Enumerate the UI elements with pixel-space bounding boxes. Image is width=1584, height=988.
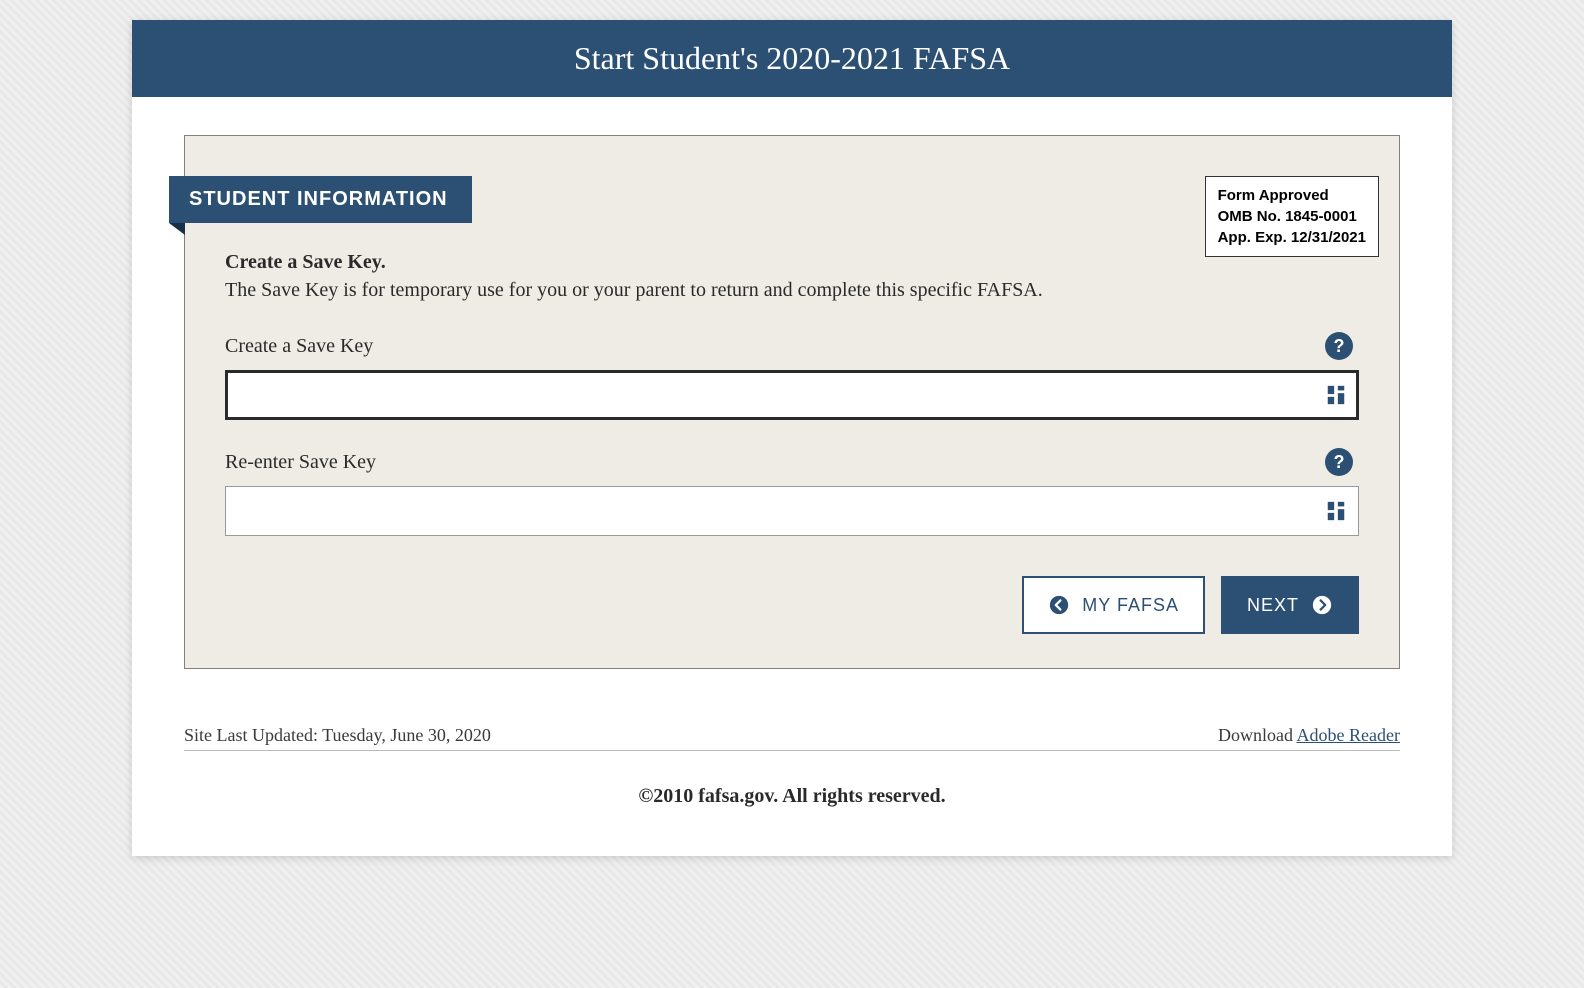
create-save-key-label: Create a Save Key <box>225 335 373 358</box>
footer-row: Site Last Updated: Tuesday, June 30, 202… <box>132 725 1452 750</box>
instructions-description: The Save Key is for temporary use for yo… <box>225 276 1105 304</box>
form-panel: STUDENT INFORMATION Form Approved OMB No… <box>184 135 1400 669</box>
section-ribbon: STUDENT INFORMATION <box>169 176 472 223</box>
help-icon[interactable]: ? <box>1325 448 1353 476</box>
omb-line-2: OMB No. 1845-0001 <box>1218 206 1366 227</box>
download-text: Download Adobe Reader <box>1218 725 1400 746</box>
content: STUDENT INFORMATION Form Approved OMB No… <box>132 97 1452 699</box>
omb-line-1: Form Approved <box>1218 185 1366 206</box>
button-row: MY FAFSA NEXT <box>205 576 1379 634</box>
password-manager-icon[interactable] <box>1325 499 1347 523</box>
my-fafsa-label: MY FAFSA <box>1082 595 1179 616</box>
create-save-key-input[interactable] <box>225 370 1359 420</box>
password-manager-icon[interactable] <box>1325 383 1347 407</box>
create-save-key-group: Create a Save Key ? <box>205 332 1379 420</box>
next-button[interactable]: NEXT <box>1221 576 1359 634</box>
instructions-heading: Create a Save Key. <box>225 251 1105 274</box>
next-label: NEXT <box>1247 595 1299 616</box>
page-container: Start Student's 2020-2021 FAFSA STUDENT … <box>132 20 1452 856</box>
page-title: Start Student's 2020-2021 FAFSA <box>132 20 1452 97</box>
reenter-save-key-group: Re-enter Save Key ? <box>205 448 1379 536</box>
instructions-block: Create a Save Key. The Save Key is for t… <box>205 251 1125 304</box>
copyright-text: ©2010 fafsa.gov. All rights reserved. <box>132 751 1452 856</box>
arrow-right-icon <box>1311 594 1333 616</box>
omb-line-3: App. Exp. 12/31/2021 <box>1218 227 1366 248</box>
omb-approval-box: Form Approved OMB No. 1845-0001 App. Exp… <box>1205 176 1379 257</box>
help-icon[interactable]: ? <box>1325 332 1353 360</box>
reenter-save-key-input[interactable] <box>225 486 1359 536</box>
my-fafsa-button[interactable]: MY FAFSA <box>1022 576 1205 634</box>
adobe-reader-link[interactable]: Adobe Reader <box>1297 725 1400 745</box>
arrow-left-icon <box>1048 594 1070 616</box>
site-last-updated: Site Last Updated: Tuesday, June 30, 202… <box>184 725 491 746</box>
reenter-save-key-label: Re-enter Save Key <box>225 451 376 474</box>
